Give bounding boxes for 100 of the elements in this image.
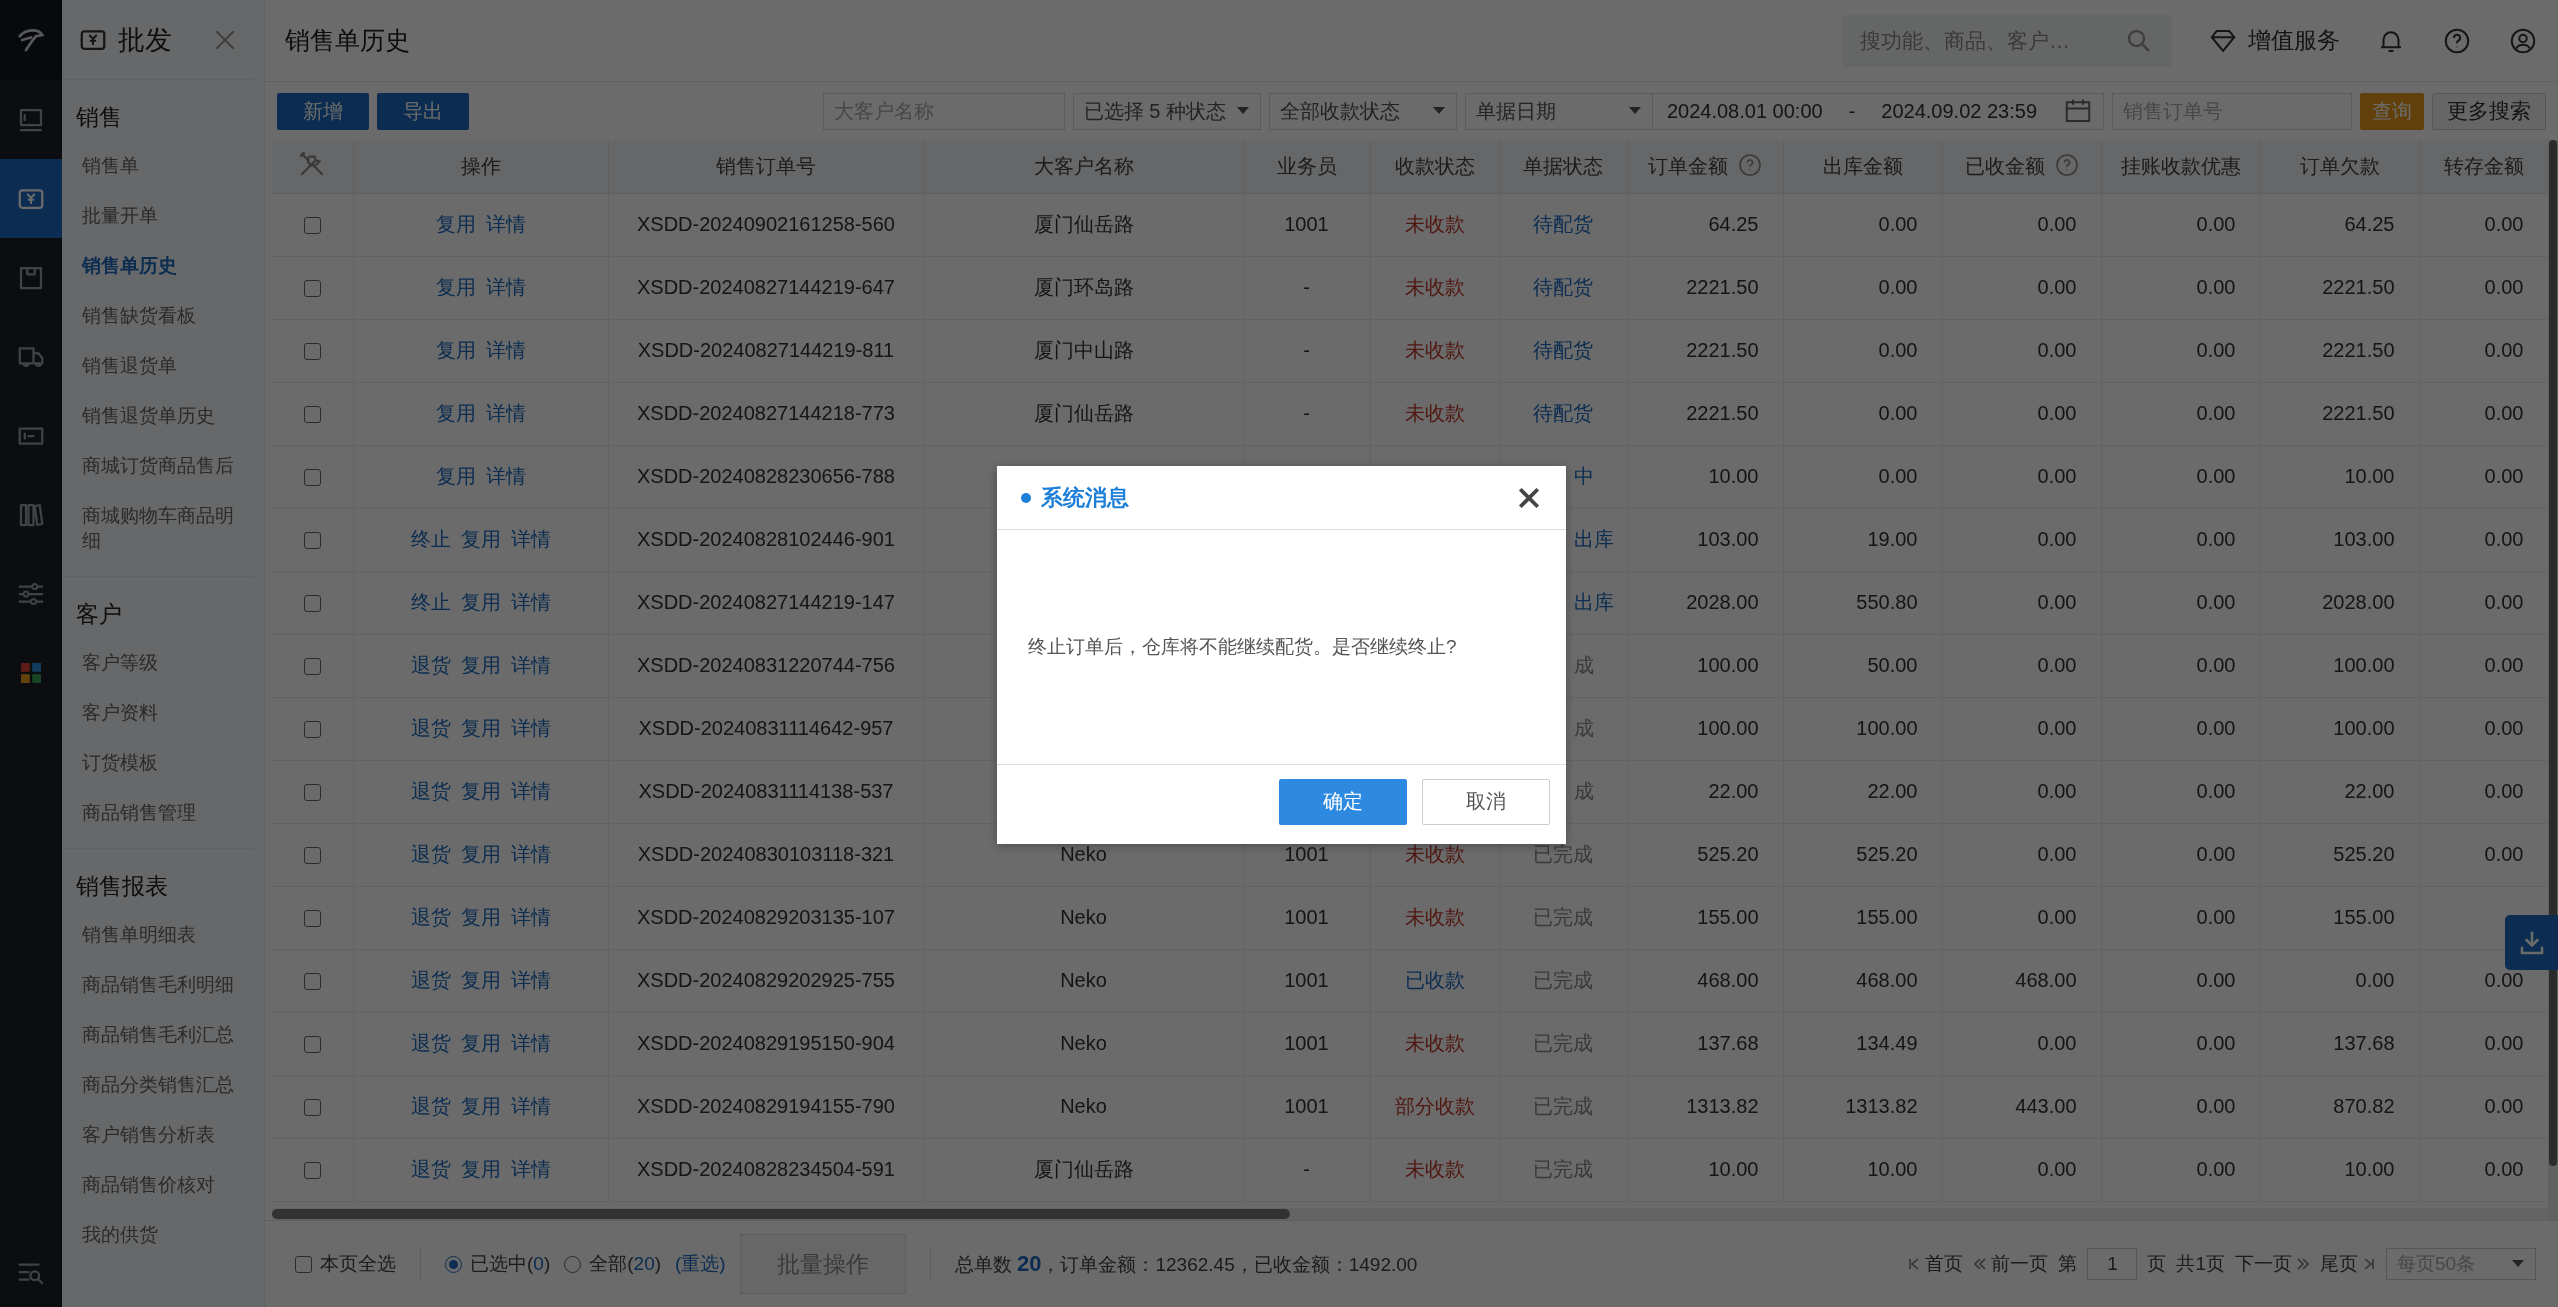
action-link[interactable]: 复用	[460, 654, 501, 676]
help-icon[interactable]	[2054, 152, 2079, 177]
action-link[interactable]: 复用	[435, 276, 476, 298]
action-link[interactable]: 详情	[485, 213, 526, 235]
action-link[interactable]: 复用	[460, 780, 501, 802]
page-number-field[interactable]: 1	[2087, 1248, 2138, 1280]
action-link[interactable]: 详情	[485, 402, 526, 424]
sidebar-item[interactable]: 商城购物车商品明细	[62, 491, 254, 566]
sidebar-item[interactable]: 我的供货	[62, 1210, 254, 1260]
row-checkbox[interactable]	[303, 847, 321, 865]
toolbar-button[interactable]: 新增	[277, 92, 369, 130]
row-checkbox[interactable]	[303, 973, 321, 991]
last-page-link[interactable]: 尾页	[2320, 1251, 2376, 1277]
action-link[interactable]: 详情	[510, 654, 551, 676]
sidebar-item[interactable]: 商品分类销售汇总	[62, 1060, 254, 1110]
row-checkbox[interactable]	[303, 469, 321, 487]
sidebar-item[interactable]: 商品销售毛利明细	[62, 960, 254, 1010]
action-link[interactable]: 退货	[410, 1158, 451, 1180]
radio-button[interactable]	[564, 1255, 582, 1273]
filter-dropdown[interactable]: 已选择 5 种状态	[1072, 92, 1261, 130]
action-link[interactable]: 退货	[410, 654, 451, 676]
sidebar-item[interactable]: 销售缺货看板	[62, 291, 254, 341]
row-checkbox[interactable]	[303, 280, 321, 298]
row-checkbox[interactable]	[303, 1162, 321, 1180]
row-checkbox[interactable]	[303, 658, 321, 676]
action-link[interactable]: 详情	[485, 465, 526, 487]
row-checkbox[interactable]	[303, 532, 321, 550]
action-link[interactable]: 复用	[460, 843, 501, 865]
sidebar-item[interactable]: 客户资料	[62, 688, 254, 738]
filter-dropdown[interactable]: 全部收款状态	[1268, 92, 1457, 130]
sidebar-item[interactable]: 商品销售管理	[62, 788, 254, 838]
action-link[interactable]: 复用	[435, 465, 476, 487]
row-checkbox[interactable]	[303, 1099, 321, 1117]
action-link[interactable]: 详情	[485, 339, 526, 361]
horizontal-scrollbar[interactable]	[272, 1208, 2548, 1220]
action-link[interactable]: 详情	[510, 591, 551, 613]
help-icon[interactable]	[1738, 152, 1762, 177]
action-link[interactable]: 退货	[410, 906, 451, 928]
action-link[interactable]: 退货	[410, 780, 451, 802]
sidebar-item[interactable]: 客户销售分析表	[62, 1110, 254, 1160]
vertical-scrollbar[interactable]	[2548, 140, 2558, 1220]
row-checkbox[interactable]	[303, 1036, 321, 1054]
sidebar-item[interactable]: 销售单	[62, 141, 254, 191]
sidebar-item[interactable]: 销售退货单	[62, 341, 254, 391]
action-link[interactable]: 详情	[510, 1032, 551, 1054]
more-search-button[interactable]: 更多搜索	[2432, 92, 2546, 130]
action-link[interactable]: 退货	[410, 843, 451, 865]
action-link[interactable]: 复用	[460, 1095, 501, 1117]
row-checkbox[interactable]	[303, 721, 321, 739]
action-link[interactable]: 复用	[460, 528, 501, 550]
cancel-button[interactable]: 取消	[1422, 778, 1550, 825]
action-link[interactable]: 详情	[510, 1095, 551, 1117]
action-link[interactable]: 详情	[485, 276, 526, 298]
action-link[interactable]: 终止	[410, 591, 451, 613]
row-checkbox[interactable]	[303, 595, 321, 613]
action-link[interactable]: 详情	[510, 528, 551, 550]
radio-button[interactable]	[445, 1255, 462, 1273]
filter-dropdown[interactable]: 单据日期	[1464, 92, 1653, 130]
action-link[interactable]: 复用	[460, 1158, 501, 1180]
action-link[interactable]: 详情	[510, 843, 551, 865]
action-link[interactable]: 详情	[510, 969, 551, 991]
action-link[interactable]: 复用	[435, 402, 476, 424]
sidebar-item[interactable]: 销售单历史	[62, 241, 254, 291]
sidebar-item[interactable]: 商品销售价核对	[62, 1160, 254, 1210]
action-link[interactable]: 退货	[410, 717, 451, 739]
previous-page-link[interactable]: 前一页	[1973, 1251, 2049, 1277]
action-link[interactable]: 复用	[460, 717, 501, 739]
sidebar-item[interactable]: 客户等级	[62, 638, 254, 688]
action-link[interactable]: 终止	[410, 528, 451, 550]
action-link[interactable]: 复用	[460, 591, 501, 613]
query-button[interactable]: 查询	[2360, 92, 2424, 130]
confirm-button[interactable]: 确定	[1279, 778, 1407, 825]
sidebar-item[interactable]: 商品销售毛利汇总	[62, 1010, 254, 1060]
sidebar-item[interactable]: 商城订货商品售后	[62, 441, 254, 491]
action-link[interactable]: 复用	[435, 213, 476, 235]
row-checkbox[interactable]	[303, 910, 321, 928]
value-service-link[interactable]: 增值服务	[2208, 25, 2340, 56]
action-link[interactable]: 详情	[510, 780, 551, 802]
sidebar-item[interactable]: 批量开单	[62, 191, 254, 241]
action-link[interactable]: 复用	[460, 1032, 501, 1054]
next-page-link[interactable]: 下一页	[2235, 1251, 2310, 1277]
row-checkbox[interactable]	[303, 784, 321, 802]
action-link[interactable]: 复用	[435, 339, 476, 361]
reselect-link[interactable]: (重选)	[675, 1251, 726, 1277]
action-link[interactable]: 详情	[510, 717, 551, 739]
row-checkbox[interactable]	[303, 406, 321, 424]
action-link[interactable]: 退货	[410, 1095, 451, 1117]
download-button[interactable]	[2505, 915, 2558, 970]
date-range-field[interactable]: 2024.08.01 00:00 - 2024.09.02 23:59	[1652, 92, 2104, 130]
sidebar-item[interactable]: 销售退货单历史	[62, 391, 254, 441]
first-page-link[interactable]: 首页	[1907, 1251, 1964, 1277]
select-all-checkbox[interactable]: 本页全选	[295, 1251, 396, 1277]
action-link[interactable]: 详情	[510, 906, 551, 928]
action-link[interactable]: 详情	[510, 1158, 551, 1180]
action-link[interactable]: 退货	[410, 969, 451, 991]
toolbar-button[interactable]: 导出	[377, 92, 469, 130]
action-link[interactable]: 复用	[460, 969, 501, 991]
sidebar-item[interactable]: 订货模板	[62, 738, 254, 788]
checkbox[interactable]	[295, 1255, 312, 1273]
action-link[interactable]: 复用	[460, 906, 501, 928]
